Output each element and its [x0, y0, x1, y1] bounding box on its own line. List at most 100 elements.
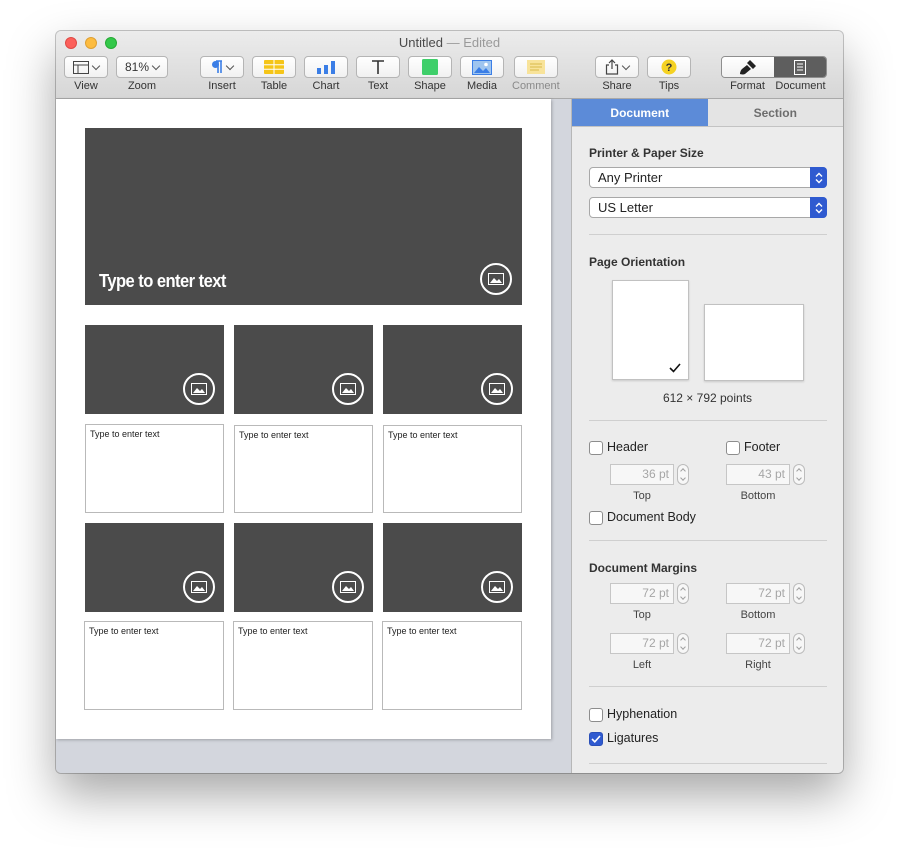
- shape-button[interactable]: [408, 56, 452, 78]
- document-page[interactable]: Type to enter text Type to enter text Ty…: [56, 99, 551, 739]
- insert-button[interactable]: [200, 56, 244, 78]
- chart-button[interactable]: [304, 56, 348, 78]
- top-margin-stepper[interactable]: [677, 583, 689, 604]
- text-box[interactable]: Type to enter text: [85, 424, 224, 513]
- checkmark-icon: [591, 735, 601, 743]
- text-placeholder[interactable]: Type to enter text: [388, 430, 458, 440]
- checkmark-icon: [669, 363, 681, 373]
- title-separator: —: [446, 35, 460, 50]
- footer-checkbox[interactable]: [726, 441, 740, 455]
- image-placeholder[interactable]: [85, 325, 224, 414]
- right-margin-field[interactable]: 72 pt: [726, 633, 790, 654]
- hero-text-placeholder[interactable]: Type to enter text: [99, 271, 226, 292]
- media-placeholder-icon[interactable]: [480, 263, 512, 295]
- document-body-checkbox[interactable]: [589, 511, 603, 525]
- margin-left-label: Left: [632, 659, 652, 671]
- bottom-margin-field[interactable]: 72 pt: [726, 583, 790, 604]
- view-button[interactable]: [64, 56, 108, 78]
- document-name: Untitled: [398, 35, 443, 50]
- text-box[interactable]: Type to enter text: [382, 621, 522, 710]
- zoom-select[interactable]: 81%: [116, 56, 168, 78]
- table-tool: Table: [252, 56, 296, 92]
- svg-text:?: ?: [666, 62, 673, 74]
- view-tool: View: [64, 56, 108, 92]
- ligatures-label: Ligatures: [607, 731, 659, 745]
- hyphenation-checkbox[interactable]: [589, 708, 603, 722]
- image-placeholder[interactable]: [85, 523, 224, 612]
- printer-select[interactable]: Any Printer: [589, 167, 827, 188]
- table-icon: [264, 60, 284, 74]
- text-placeholder[interactable]: Type to enter text: [89, 626, 159, 636]
- media-button[interactable]: [460, 56, 504, 78]
- ligatures-checkbox[interactable]: [589, 732, 603, 746]
- printer-value: Any Printer: [598, 170, 663, 185]
- tab-section[interactable]: Section: [707, 99, 843, 126]
- header-checkbox[interactable]: [589, 441, 603, 455]
- text-tool: Text: [356, 56, 400, 92]
- text-placeholder[interactable]: Type to enter text: [239, 430, 309, 440]
- image-placeholder[interactable]: [234, 523, 373, 612]
- hero-image-placeholder[interactable]: Type to enter text: [85, 128, 522, 305]
- footer-margin-stepper[interactable]: [793, 464, 805, 485]
- image-placeholder[interactable]: [383, 523, 522, 612]
- margins-section-title: Document Margins: [589, 561, 698, 575]
- text-placeholder[interactable]: Type to enter text: [387, 626, 457, 636]
- text-box-icon: [372, 60, 384, 74]
- text-box[interactable]: Type to enter text: [234, 425, 373, 513]
- comment-button[interactable]: [513, 56, 558, 78]
- text-placeholder[interactable]: Type to enter text: [90, 429, 160, 439]
- format-label: Format: [730, 80, 765, 92]
- bottom-margin-stepper[interactable]: [793, 583, 805, 604]
- table-label: Table: [260, 80, 288, 92]
- right-margin-stepper[interactable]: [793, 633, 805, 654]
- document-canvas[interactable]: Type to enter text Type to enter text Ty…: [56, 99, 572, 773]
- inspector-toggle: Format Document: [721, 56, 827, 92]
- shape-label: Shape: [414, 80, 446, 92]
- image-placeholder[interactable]: [383, 325, 522, 414]
- text-label: Text: [367, 80, 389, 92]
- format-button[interactable]: [722, 57, 774, 77]
- share-button[interactable]: [595, 56, 639, 78]
- footer-margin-field[interactable]: 43 pt: [726, 464, 790, 485]
- media-placeholder-icon[interactable]: [183, 571, 215, 603]
- text-button[interactable]: [356, 56, 400, 78]
- media-placeholder-icon[interactable]: [183, 373, 215, 405]
- document-label: Document: [775, 80, 826, 92]
- left-margin-stepper[interactable]: [677, 633, 689, 654]
- text-box[interactable]: Type to enter text: [84, 621, 224, 710]
- hyphenation-label: Hyphenation: [607, 707, 678, 721]
- document-inspector: Document Section Printer & Paper Size An…: [572, 99, 843, 773]
- text-placeholder[interactable]: Type to enter text: [238, 626, 308, 636]
- media-placeholder-icon[interactable]: [481, 571, 513, 603]
- divider: [589, 540, 827, 541]
- divider: [589, 686, 827, 687]
- bar-chart-icon: [317, 61, 335, 74]
- media-placeholder-icon[interactable]: [332, 571, 364, 603]
- header-margin-field[interactable]: 36 pt: [610, 464, 674, 485]
- table-button[interactable]: [252, 56, 296, 78]
- tab-document[interactable]: Document: [572, 99, 708, 126]
- text-box[interactable]: Type to enter text: [383, 425, 522, 513]
- share-label: Share: [602, 80, 632, 92]
- media-placeholder-icon[interactable]: [332, 373, 364, 405]
- header-margin-stepper[interactable]: [677, 464, 689, 485]
- paper-size-select[interactable]: US Letter: [589, 197, 827, 218]
- landscape-orientation-option[interactable]: [704, 304, 804, 381]
- paragraph-icon: [212, 60, 222, 73]
- pages-window: Untitled — Edited View 81% Zoom Insert T…: [56, 31, 843, 773]
- divider: [589, 763, 827, 764]
- zoom-value: 81%: [124, 60, 150, 74]
- portrait-orientation-option[interactable]: [612, 280, 689, 380]
- image-placeholder[interactable]: [234, 325, 373, 414]
- shape-tool: Shape: [408, 56, 452, 92]
- up-down-arrows-icon: [810, 167, 827, 188]
- left-margin-field[interactable]: 72 pt: [610, 633, 674, 654]
- margin-bottom-label: Bottom: [740, 609, 776, 621]
- margin-top-label: Top: [633, 609, 651, 621]
- tips-button[interactable]: ?: [647, 56, 691, 78]
- comment-label: Comment: [512, 80, 560, 92]
- top-margin-field[interactable]: 72 pt: [610, 583, 674, 604]
- media-placeholder-icon[interactable]: [481, 373, 513, 405]
- text-box[interactable]: Type to enter text: [233, 621, 373, 710]
- document-button[interactable]: [774, 57, 826, 77]
